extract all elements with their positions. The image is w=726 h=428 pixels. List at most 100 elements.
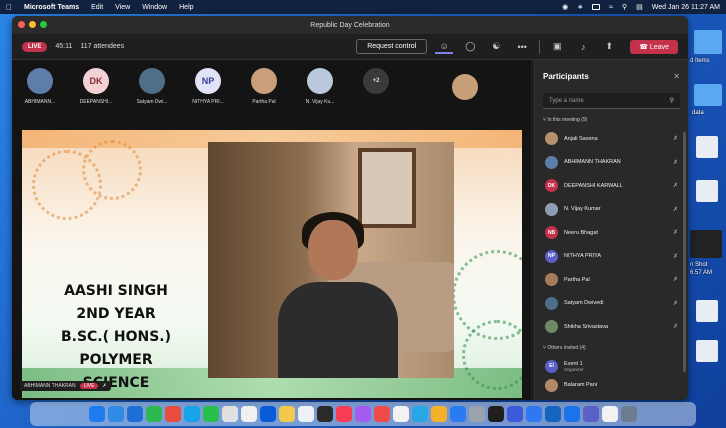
dock-app-icon[interactable] — [488, 406, 504, 422]
dock-app-icon[interactable] — [222, 406, 238, 422]
dock-app-icon[interactable] — [564, 406, 580, 422]
menu-window[interactable]: Window — [142, 4, 167, 11]
dock-app-icon[interactable] — [412, 406, 428, 422]
participant-row[interactable]: N. Vijay Kumar ✗ — [535, 198, 688, 222]
bluetooth-icon[interactable]: ∗ — [577, 3, 583, 11]
window-titlebar: Republic Day Celebration — [12, 16, 688, 34]
dock-app-icon[interactable] — [526, 406, 542, 422]
control-center-icon[interactable]: ▤ — [636, 3, 643, 11]
camera-off-icon[interactable]: ▣ — [548, 40, 566, 54]
dock-app-icon[interactable] — [108, 406, 124, 422]
participant-row[interactable]: NP NITHYA PRIYA ✗ — [535, 245, 688, 269]
dock-app-icon[interactable] — [469, 406, 485, 422]
dock-app-icon[interactable] — [279, 406, 295, 422]
dock-app-icon[interactable] — [355, 406, 371, 422]
desktop-file-icon[interactable] — [696, 136, 718, 158]
minimize-window-button[interactable] — [29, 21, 36, 28]
dock-app-icon[interactable] — [583, 406, 599, 422]
desktop-folder-icon[interactable] — [694, 84, 722, 106]
participant-row[interactable]: Satyam Dwivedi ✗ — [535, 292, 688, 316]
menu-app-name[interactable]: Microsoft Teams — [24, 4, 79, 11]
dock-app-icon[interactable] — [317, 406, 333, 422]
panel-scrollbar[interactable] — [683, 132, 686, 372]
menu-datetime[interactable]: Wed Jan 26 11:27 AM — [652, 4, 720, 11]
participants-title: Participants — [543, 72, 589, 81]
dock-app-icon[interactable] — [89, 406, 105, 422]
dock-app-icon[interactable] — [450, 406, 466, 422]
dock-app-icon[interactable] — [545, 406, 561, 422]
close-window-button[interactable] — [18, 21, 25, 28]
desktop-label-items[interactable]: d Items — [690, 58, 710, 64]
screenshot-thumbnail-icon[interactable] — [690, 230, 722, 258]
pinned-attendee-avatar[interactable] — [452, 74, 478, 100]
dock-app-icon[interactable] — [431, 406, 447, 422]
attendee-tile[interactable]: NP NITHYA PRI... — [186, 68, 230, 105]
battery-icon[interactable] — [592, 4, 601, 10]
participant-name: Neeru Bhagat — [564, 229, 598, 236]
dock-app-icon[interactable] — [146, 406, 162, 422]
close-icon[interactable]: ✕ — [673, 72, 680, 81]
desktop-label-time[interactable]: 6.57 AM — [690, 270, 712, 276]
dock-app-icon[interactable] — [184, 406, 200, 422]
more-options-button[interactable]: ••• — [513, 40, 531, 54]
dock-app-icon[interactable] — [393, 406, 409, 422]
mic-off-icon[interactable]: ♪ — [574, 40, 592, 54]
dock-app-icon[interactable] — [336, 406, 352, 422]
desktop-folder-icon[interactable] — [694, 30, 722, 54]
presenter-live-badge: LIVE — [79, 383, 99, 389]
menu-bar:  Microsoft Teams Edit View Window Help … — [0, 0, 726, 14]
attendee-tile[interactable]: Partha Pal — [242, 68, 286, 105]
window-title: Republic Day Celebration — [310, 21, 390, 29]
search-icon[interactable]: ⚲ — [670, 97, 674, 104]
search-placeholder: Type a name — [549, 97, 584, 104]
request-control-button[interactable]: Request control — [356, 39, 428, 54]
apple-icon[interactable]:  — [6, 3, 12, 12]
presenter-name: ABHIMANN THAKRAN — [24, 383, 76, 389]
desktop-label-screenshot[interactable]: n Shot — [690, 262, 707, 268]
share-screen-icon[interactable]: ⬆ — [600, 40, 618, 54]
desktop-file-icon[interactable] — [696, 300, 718, 322]
chat-icon[interactable]: ◯ — [461, 40, 479, 54]
dock-app-icon[interactable] — [241, 406, 257, 422]
participant-row[interactable]: EI Event 1 Organizer — [535, 355, 688, 379]
desktop-file-icon[interactable] — [696, 340, 718, 362]
dock-app-icon[interactable] — [203, 406, 219, 422]
dock-app-icon[interactable] — [260, 406, 276, 422]
participant-search-input[interactable]: Type a name ⚲ — [543, 93, 680, 109]
more-attendees-button[interactable]: +2 — [354, 68, 398, 94]
attendee-tile[interactable]: Satyam Dwi... — [130, 68, 174, 105]
spotlight-icon[interactable]: ⚲ — [622, 3, 627, 11]
dock-app-icon[interactable] — [621, 406, 637, 422]
attendee-tile[interactable]: ABHIMANN... — [18, 68, 62, 105]
dock-app-icon[interactable] — [127, 406, 143, 422]
participant-row[interactable]: Anjali Saxena ✗ — [535, 127, 688, 151]
in-meeting-section-header[interactable]: ˅ In this meeting (9) — [535, 115, 688, 127]
others-invited-section-header[interactable]: ˅ Others invited (4) — [535, 339, 688, 355]
reactions-icon[interactable]: ☯ — [487, 40, 505, 54]
participants-icon[interactable]: ☺ — [435, 40, 454, 54]
participant-row[interactable]: Shikha Srivastava ✗ — [535, 315, 688, 339]
avatar — [307, 68, 333, 94]
participant-row[interactable]: NB Neeru Bhagat ✗ — [535, 221, 688, 245]
leave-button[interactable]: ☎ Leave — [630, 39, 678, 54]
participant-row[interactable]: Balaram Pani — [535, 378, 688, 392]
participant-row[interactable]: DK DEEPANSHI KARWALL ✗ — [535, 174, 688, 198]
menu-edit[interactable]: Edit — [91, 4, 103, 11]
attendee-tile[interactable]: DK DEEPANSHI... — [74, 68, 118, 105]
participant-row[interactable]: Partha Pal ✗ — [535, 268, 688, 292]
desktop-label-data[interactable]: data — [692, 110, 704, 116]
dock-app-icon[interactable] — [165, 406, 181, 422]
attendee-name: DEEPANSHI... — [79, 99, 113, 105]
wifi-icon[interactable]: ≈ — [609, 4, 613, 11]
participant-row[interactable]: ABHIMANN THAKRAN ✗ — [535, 151, 688, 175]
zoom-window-button[interactable] — [40, 21, 47, 28]
dock-app-icon[interactable] — [298, 406, 314, 422]
dock-app-icon[interactable] — [374, 406, 390, 422]
record-icon[interactable]: ◉ — [562, 3, 568, 11]
dock-app-icon[interactable] — [507, 406, 523, 422]
menu-view[interactable]: View — [115, 4, 130, 11]
dock-app-icon[interactable] — [602, 406, 618, 422]
attendee-tile[interactable]: N. Vijay Ku... — [298, 68, 342, 105]
desktop-file-icon[interactable] — [696, 180, 718, 202]
menu-help[interactable]: Help — [179, 4, 193, 11]
